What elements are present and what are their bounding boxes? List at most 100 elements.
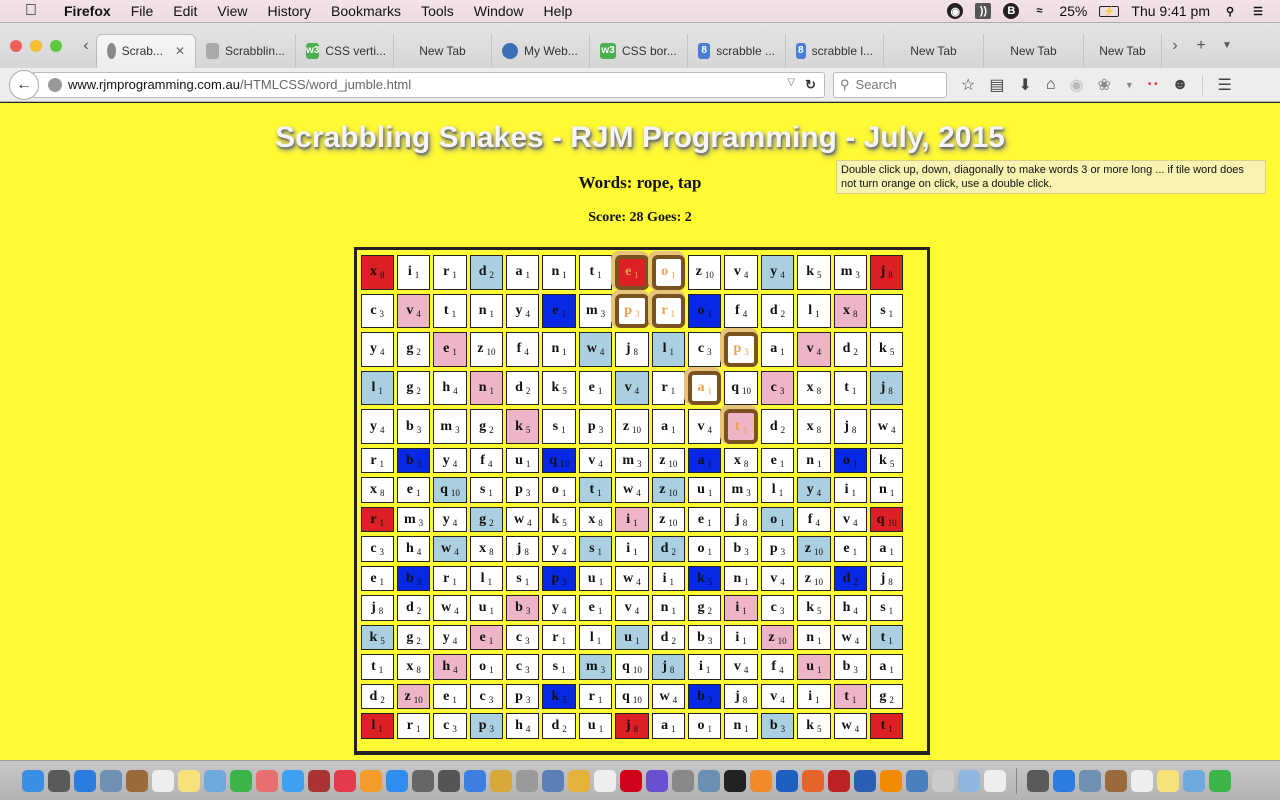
letter-tile[interactable]: i1 bbox=[833, 477, 867, 503]
letter-tile[interactable]: e1 bbox=[469, 624, 504, 651]
letter-tile[interactable]: q 10 bbox=[615, 654, 649, 680]
tab-item[interactable]: New Tab bbox=[1084, 33, 1162, 68]
letter-tile[interactable]: j8 bbox=[615, 713, 649, 739]
letter-tile[interactable]: j8 bbox=[724, 506, 758, 533]
photos-icon[interactable] bbox=[256, 769, 278, 792]
letter-tile[interactable]: m3 bbox=[615, 447, 649, 474]
letter-tile[interactable]: p3 bbox=[506, 683, 540, 710]
scroll-tabs-right-icon[interactable]: › bbox=[1162, 37, 1188, 55]
photo-collage-icon[interactable] bbox=[308, 769, 330, 792]
letter-tile[interactable]: k5 bbox=[869, 447, 904, 474]
letter-tile[interactable]: b3 bbox=[396, 447, 431, 474]
letter-tile[interactable]: c3 bbox=[760, 370, 795, 406]
letter-tile[interactable]: y4 bbox=[542, 595, 576, 621]
disk-utility-icon[interactable] bbox=[516, 769, 538, 792]
letter-tile[interactable]: e1 bbox=[578, 595, 613, 621]
letter-tile[interactable]: r1 bbox=[396, 713, 431, 739]
letter-tile[interactable]: l1 bbox=[797, 293, 831, 329]
letter-tile[interactable]: f4 bbox=[797, 506, 831, 533]
letter-tile[interactable]: w4 bbox=[615, 477, 649, 503]
letter-tile[interactable]: h4 bbox=[433, 370, 467, 406]
scissors-icon[interactable] bbox=[672, 769, 694, 792]
search-input[interactable]: ⚲ Search bbox=[833, 71, 947, 98]
letter-tile[interactable]: o1 bbox=[688, 713, 722, 739]
letter-tile[interactable]: b3 bbox=[688, 683, 722, 710]
tab-item[interactable]: New Tab bbox=[984, 33, 1084, 68]
letter-tile[interactable]: c3 bbox=[360, 293, 394, 329]
letter-tile[interactable]: k5 bbox=[797, 713, 831, 739]
display-icon[interactable] bbox=[906, 769, 928, 792]
contacts-icon[interactable] bbox=[126, 769, 148, 792]
letter-tile[interactable]: v4 bbox=[578, 447, 613, 474]
letter-tile[interactable]: v4 bbox=[615, 595, 649, 621]
letter-tile[interactable]: c3 bbox=[506, 624, 540, 651]
letter-tile[interactable]: i1 bbox=[615, 506, 649, 533]
letter-tile[interactable]: r1 bbox=[360, 447, 394, 474]
letter-tile[interactable]: y4 bbox=[360, 409, 394, 444]
spotlight-search-icon[interactable]: ⚲ bbox=[1222, 3, 1238, 19]
status-app-icon[interactable]: ◉ bbox=[947, 3, 964, 19]
letter-tile[interactable]: n1 bbox=[542, 332, 576, 367]
letter-tile[interactable]: o1 bbox=[833, 447, 867, 474]
letter-tile[interactable]: e1 bbox=[396, 477, 431, 503]
letter-tile[interactable]: a1 bbox=[651, 409, 686, 444]
letter-tile[interactable]: g2 bbox=[688, 595, 722, 621]
letter-tile[interactable]: a1 bbox=[688, 447, 722, 474]
extension-dropdown-icon[interactable]: ▼ bbox=[1125, 80, 1134, 90]
letter-tile[interactable]: q 10 bbox=[542, 447, 576, 474]
letter-tile[interactable]: z 10 bbox=[760, 624, 795, 651]
close-window-button[interactable] bbox=[10, 39, 22, 52]
letter-tile[interactable]: w4 bbox=[833, 624, 867, 651]
letter-tile[interactable]: k5 bbox=[360, 624, 394, 651]
help-icon[interactable] bbox=[932, 769, 954, 792]
letter-tile[interactable]: t1 bbox=[578, 255, 613, 290]
letter-tile[interactable]: y4 bbox=[433, 624, 467, 651]
pencil-icon[interactable] bbox=[542, 769, 564, 792]
letter-tile[interactable]: r1 bbox=[542, 624, 576, 651]
letter-tile[interactable]: j8 bbox=[360, 595, 394, 621]
letter-tile[interactable]: y4 bbox=[433, 447, 467, 474]
notification-center-icon[interactable]: ☰ bbox=[1250, 3, 1266, 19]
notes-icon[interactable] bbox=[178, 769, 200, 792]
letter-tile[interactable]: c3 bbox=[506, 654, 540, 680]
letter-tile[interactable]: z 10 bbox=[797, 536, 831, 562]
menu-hamburger-icon[interactable]: ☰ bbox=[1217, 75, 1231, 95]
bookmark-star-icon[interactable]: ☆ bbox=[961, 75, 975, 95]
letter-tile[interactable]: k5 bbox=[506, 409, 540, 444]
menu-window[interactable]: Window bbox=[464, 3, 534, 19]
letter-tile[interactable]: u1 bbox=[506, 447, 540, 474]
imovie-icon[interactable] bbox=[646, 769, 668, 792]
letter-tile[interactable]: m3 bbox=[396, 506, 431, 533]
letter-tile[interactable]: n1 bbox=[542, 255, 576, 290]
letter-tile[interactable]: w4 bbox=[578, 332, 613, 367]
avast-icon[interactable] bbox=[750, 769, 772, 792]
letter-tile[interactable]: c3 bbox=[469, 683, 504, 710]
letter-tile[interactable]: t1 bbox=[833, 370, 867, 406]
letter-tile[interactable]: j8 bbox=[615, 332, 649, 367]
selected-letter-tile[interactable]: r1 bbox=[651, 293, 686, 329]
letter-tile[interactable]: d2 bbox=[760, 409, 795, 444]
letter-tile[interactable]: b3 bbox=[760, 713, 795, 739]
letter-tile[interactable]: v4 bbox=[724, 654, 758, 680]
letter-tile[interactable]: j8 bbox=[869, 370, 904, 406]
letter-tile[interactable]: n1 bbox=[724, 565, 758, 592]
messages-icon[interactable] bbox=[282, 769, 304, 792]
facetime-icon[interactable] bbox=[230, 769, 252, 792]
letter-tile[interactable]: t1 bbox=[869, 624, 904, 651]
image-capture-icon[interactable] bbox=[698, 769, 720, 792]
letter-tile[interactable]: b3 bbox=[396, 409, 431, 444]
letter-tile[interactable]: e1 bbox=[760, 447, 795, 474]
terminal-icon[interactable] bbox=[724, 769, 746, 792]
letter-tile[interactable]: w4 bbox=[615, 565, 649, 592]
letter-tile[interactable]: v4 bbox=[760, 683, 795, 710]
letter-tile[interactable]: u1 bbox=[615, 624, 649, 651]
letter-tile[interactable]: d2 bbox=[651, 536, 686, 562]
letter-tile[interactable]: b3 bbox=[396, 565, 431, 592]
letter-tile[interactable]: d2 bbox=[542, 713, 576, 739]
letter-tile[interactable]: k5 bbox=[542, 683, 576, 710]
letter-tile[interactable]: w4 bbox=[506, 506, 540, 533]
chat-icon[interactable]: ☻ bbox=[1172, 76, 1189, 94]
launchpad-icon[interactable] bbox=[48, 769, 70, 792]
letter-tile[interactable]: r1 bbox=[433, 565, 467, 592]
letter-tile[interactable]: v4 bbox=[615, 370, 649, 406]
